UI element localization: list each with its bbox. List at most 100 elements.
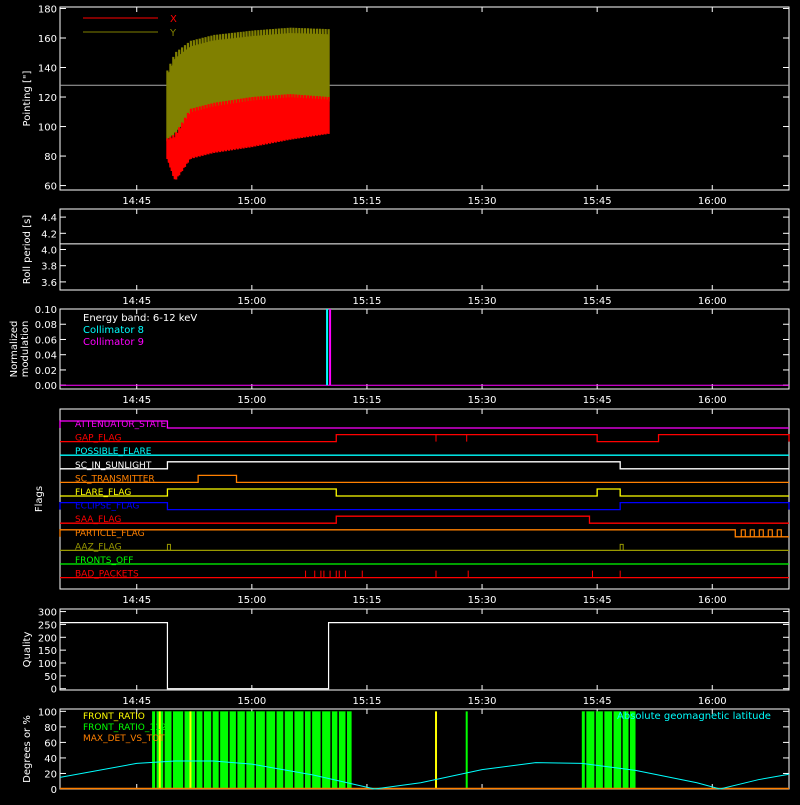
summary-plot: 14:45 15:00 15:15 15:30 15:45 16:00 Pointing [… [0, 0, 800, 800]
flag-label: SAA_FLAG [75, 515, 121, 525]
front-ratio-1125-gap [584, 711, 587, 789]
y-tick-label: 3.8 [41, 262, 57, 273]
x-tick-label: 15:15 [353, 196, 382, 207]
front-ratio-1125-gap [183, 711, 185, 789]
y-tick-label: 0.08 [35, 320, 57, 331]
y-tick-label: 80 [44, 152, 57, 163]
flag-label: PARTICLE_FLAG [75, 529, 145, 539]
x-tick-label: 16:00 [698, 696, 727, 707]
x-tick-label: 16:00 [698, 296, 727, 307]
front-ratio-1125-gap [330, 711, 332, 789]
y-tick-label: 0 [51, 785, 57, 796]
y-tick-label: 0.04 [35, 351, 57, 362]
y-axis-label: Roll period [s] [22, 215, 33, 284]
flag-label: BAD_PACKETS [75, 570, 139, 580]
legend-label: FRONT_RATIO [83, 712, 145, 722]
flag-label: AAZ_FLAG [75, 542, 122, 552]
x-tick-label: 15:00 [237, 196, 266, 207]
y-tick-label: 120 [38, 93, 57, 104]
y-tick-label: 60 [44, 182, 57, 193]
y-tick-label: 160 [38, 34, 57, 45]
front-ratio-1125-gap [310, 711, 313, 789]
y-axis-label: Flags [34, 486, 45, 512]
front-ratio-1125-gap [594, 711, 596, 789]
y-tick-label: 0.02 [35, 366, 57, 377]
flag-label: FLARE_FLAG [75, 488, 131, 498]
x-tick-label: 16:00 [698, 196, 727, 207]
y-tick-label: 0.10 [35, 305, 57, 316]
y-axis-label-line1: Normalized [9, 321, 20, 378]
y-tick-label: 0.06 [35, 335, 57, 346]
x-tick-label: 16:00 [698, 595, 727, 606]
x-tick-label: 15:00 [237, 296, 266, 307]
front-ratio-1125-gap [621, 711, 623, 789]
y-tick-label: 180 [38, 4, 57, 15]
y-axis-label: Quality [22, 632, 33, 668]
x-tick-label: 15:15 [353, 696, 382, 707]
y-tick-label: 4.2 [41, 229, 57, 240]
y-tick-label: 20 [44, 769, 57, 780]
y-axis-label: Pointing ["] [22, 70, 33, 126]
x-tick-label: 15:45 [583, 296, 612, 307]
geomagnetic-latitude-label: Absolute geomagnetic latitude [617, 711, 771, 722]
x-tick-label: 15:00 [237, 395, 266, 406]
x-tick-label: 14:45 [122, 595, 151, 606]
front-ratio-1125-gap [303, 711, 305, 789]
front-ratio-1125-gap [602, 711, 605, 789]
flag-label: GAP_FLAG [75, 434, 121, 444]
front-ratio-1125-gap [211, 711, 213, 789]
legend-label: MAX_DET_VS_TOT [83, 734, 165, 744]
y-tick-label: 3.6 [41, 278, 57, 289]
legend-label: Collimator 8 [83, 325, 144, 336]
x-tick-label: 15:45 [583, 196, 612, 207]
front-ratio-1125-gap [218, 711, 221, 789]
x-tick-label: 15:30 [468, 296, 497, 307]
x-tick-label: 14:45 [122, 196, 151, 207]
x-tick-label: 15:45 [583, 595, 612, 606]
y-tick-label: 140 [38, 64, 57, 75]
front-ratio-1125-gap [628, 711, 631, 789]
y-tick-label: 40 [44, 754, 57, 765]
x-tick-label: 15:30 [468, 196, 497, 207]
y-tick-label: 80 [44, 723, 57, 734]
flag-label: ATTENUATOR_STATE [75, 420, 167, 430]
y-tick-label: 0.00 [35, 381, 57, 392]
x-tick-label: 15:45 [583, 696, 612, 707]
front-ratio-1125-gap [337, 711, 339, 789]
x-tick-label: 15:30 [468, 696, 497, 707]
x-tick-label: 15:15 [353, 395, 382, 406]
x-tick-label: 16:00 [698, 395, 727, 406]
x-tick-label: 14:45 [122, 296, 151, 307]
flag-label: SC_IN_SUNLIGHT [75, 461, 152, 471]
front-ratio-1125-gap [235, 711, 238, 789]
x-tick-label: 15:30 [468, 595, 497, 606]
y-tick-label: 100 [38, 659, 57, 670]
front-ratio-1125-gap [228, 711, 230, 789]
y-tick-label: 250 [38, 620, 57, 631]
legend-label: FRONT_RATIO_1125 [83, 723, 172, 733]
x-tick-label: 15:00 [237, 595, 266, 606]
front-ratio-1125-band [581, 711, 636, 789]
legend-label: Collimator 9 [83, 337, 144, 348]
y-tick-label: 100 [38, 123, 57, 134]
y-tick-label: 200 [38, 633, 57, 644]
flag-label: FRONTS_OFF [75, 556, 133, 566]
front-ratio-1125-gap [264, 711, 267, 789]
front-ratio-1125-gap [345, 711, 348, 789]
x-tick-label: 15:00 [237, 696, 266, 707]
front-ratio-1125-gap [283, 711, 285, 789]
flag-label: POSSIBLE_FLARE [75, 447, 152, 457]
y-tick-label: 100 [38, 707, 57, 718]
y-tick-label: 4.0 [41, 246, 57, 257]
front-ratio-1125-gap [292, 711, 295, 789]
front-ratio-1125-gap [244, 711, 247, 789]
y-tick-label: 4.4 [41, 213, 57, 224]
energy-band-annotation: Energy band: 6-12 keV [83, 313, 197, 324]
front-ratio-1125-gap [195, 711, 197, 789]
flag-label: ECLIPSE_FLAG [75, 502, 139, 512]
y-axis-label-line2: modulation [20, 321, 31, 378]
x-tick-label: 15:45 [583, 395, 612, 406]
y-tick-label: 0 [51, 685, 57, 696]
y-axis-label: Degrees or % [22, 715, 33, 783]
front-ratio-1125-gap [612, 711, 614, 789]
